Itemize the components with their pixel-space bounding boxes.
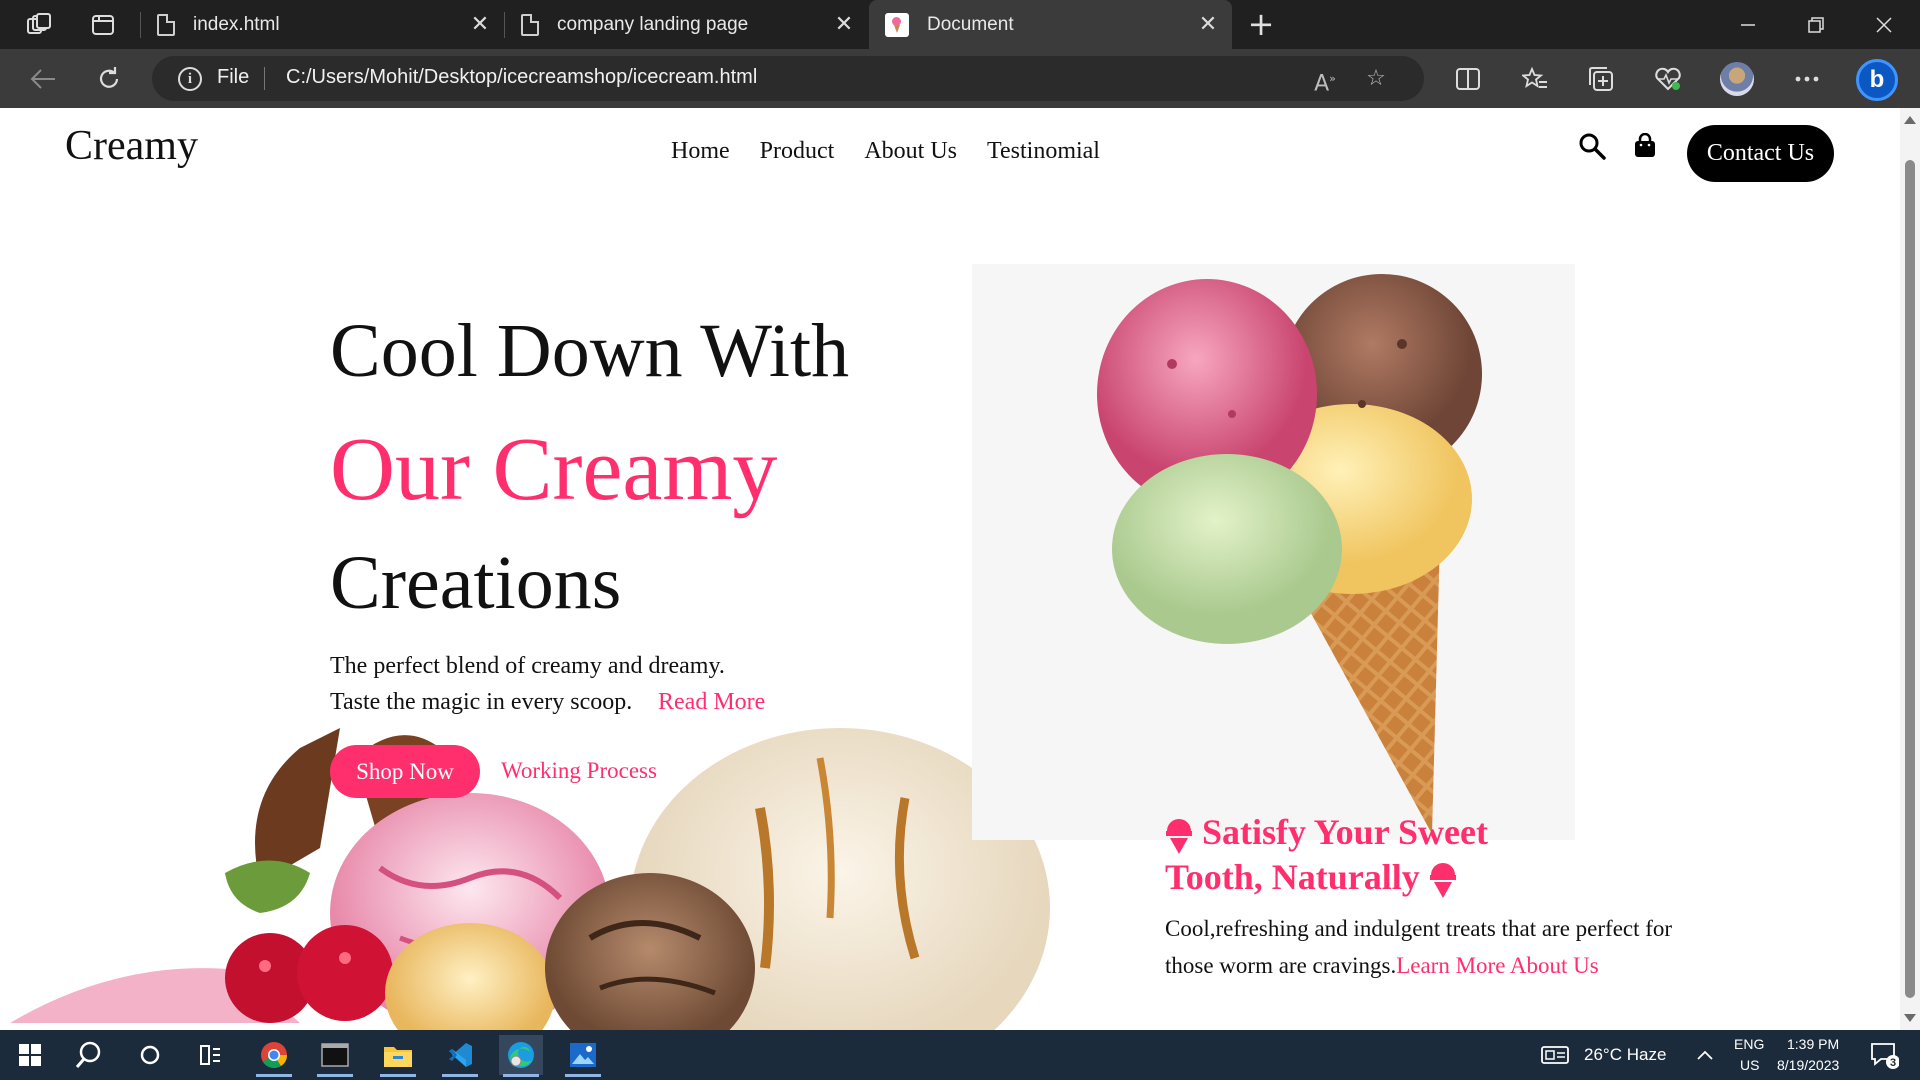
favorites-icon[interactable] bbox=[1518, 62, 1552, 96]
file-explorer-icon[interactable] bbox=[376, 1035, 420, 1077]
chrome-icon[interactable] bbox=[252, 1035, 296, 1077]
ice-cream-favicon-icon bbox=[885, 12, 909, 37]
tab-company-landing-page[interactable]: company landing page ✕ bbox=[505, 0, 868, 49]
photos-icon[interactable] bbox=[561, 1035, 605, 1077]
tab-title: company landing page bbox=[557, 13, 749, 35]
weather-text[interactable]: 26°C Haze bbox=[1584, 1045, 1666, 1065]
hero-heading-line3: Creations bbox=[330, 541, 622, 625]
contact-us-button[interactable]: Contact Us bbox=[1687, 125, 1834, 182]
cortana-icon[interactable] bbox=[128, 1035, 172, 1075]
favorite-star-icon[interactable]: ☆ bbox=[1361, 64, 1391, 94]
feature-heading: Satisfy Your Sweet Tooth, Naturally bbox=[1165, 810, 1605, 899]
site-logo[interactable]: Creamy bbox=[65, 122, 198, 170]
new-tab-icon[interactable]: + bbox=[1244, 8, 1278, 42]
feature-paragraph: Cool,refreshing and indulgent treats tha… bbox=[1165, 910, 1725, 984]
search-icon[interactable] bbox=[66, 1035, 110, 1075]
search-icon[interactable] bbox=[1572, 126, 1612, 166]
scroll-down-arrow-icon[interactable] bbox=[1904, 1014, 1916, 1022]
url-text[interactable]: C:/Users/Mohit/Desktop/icecreamshop/icec… bbox=[286, 66, 757, 89]
nav-item-home[interactable]: Home bbox=[671, 138, 730, 165]
windows-taskbar: 26°C Haze ENG US 1:39 PM 8/19/2023 3 bbox=[0, 1030, 1920, 1080]
tab-document[interactable]: Document ✕ bbox=[869, 0, 1232, 49]
scrollbar-thumb[interactable] bbox=[1905, 160, 1915, 998]
browser-tab-bar: index.html ✕ company landing page ✕ Docu… bbox=[0, 0, 1920, 49]
ice-cream-cone-image bbox=[972, 264, 1575, 840]
collections-icon[interactable] bbox=[1584, 62, 1618, 96]
hero-heading-line1: Cool Down With bbox=[330, 309, 850, 393]
task-view-icon[interactable] bbox=[188, 1035, 232, 1075]
read-more-link[interactable]: Read More bbox=[658, 689, 765, 716]
shop-now-button[interactable]: Shop Now bbox=[330, 745, 480, 798]
weather-icon[interactable] bbox=[1538, 1035, 1572, 1075]
workspaces-icon[interactable] bbox=[24, 10, 54, 40]
terminal-icon[interactable] bbox=[313, 1035, 357, 1077]
site-info-icon[interactable]: i bbox=[178, 67, 202, 91]
hero-heading-line2: Our Creamy bbox=[330, 420, 778, 519]
feature-heading-part1: Satisfy Your Sweet bbox=[1202, 812, 1488, 852]
edge-icon[interactable] bbox=[499, 1035, 543, 1077]
notifications-icon[interactable]: 3 bbox=[1862, 1035, 1906, 1075]
close-tab-icon[interactable]: ✕ bbox=[468, 12, 492, 36]
shopping-bag-icon[interactable] bbox=[1625, 126, 1665, 166]
language-bottom[interactable]: US bbox=[1740, 1057, 1759, 1073]
clock-time[interactable]: 1:39 PM bbox=[1787, 1036, 1839, 1052]
browser-essentials-icon[interactable] bbox=[1651, 62, 1685, 96]
notification-count: 3 bbox=[1890, 1057, 1897, 1069]
document-icon bbox=[157, 13, 175, 36]
back-icon[interactable] bbox=[26, 62, 60, 96]
more-options-icon[interactable] bbox=[1790, 62, 1824, 96]
clock-date[interactable]: 8/19/2023 bbox=[1777, 1057, 1839, 1073]
tab-index-html[interactable]: index.html ✕ bbox=[141, 0, 504, 49]
close-window-icon[interactable] bbox=[1850, 0, 1918, 49]
nav-item-about-us[interactable]: About Us bbox=[864, 138, 957, 165]
minimize-icon[interactable] bbox=[1714, 0, 1782, 49]
browser-toolbar: i File C:/Users/Mohit/Desktop/icecreamsh… bbox=[0, 49, 1920, 108]
windows-start-icon[interactable] bbox=[8, 1035, 52, 1075]
learn-more-about-us-link[interactable]: Learn More About Us bbox=[1396, 953, 1599, 978]
page-viewport: Creamy Home Product About Us Testinomial… bbox=[0, 108, 1900, 1030]
ice-cream-scoops-illustration bbox=[10, 728, 1050, 1030]
bing-copilot-icon[interactable]: b bbox=[1854, 57, 1900, 103]
show-hidden-icons-chevron-icon[interactable] bbox=[1688, 1035, 1722, 1075]
nav-item-testimonial[interactable]: Testinomial bbox=[987, 138, 1100, 165]
tab-actions-icon[interactable] bbox=[88, 10, 118, 40]
feature-heading-part2: Tooth, Naturally bbox=[1165, 856, 1420, 897]
address-bar[interactable]: i File C:/Users/Mohit/Desktop/icecreamsh… bbox=[152, 56, 1424, 101]
main-nav: Home Product About Us Testinomial bbox=[671, 138, 1100, 165]
document-icon bbox=[521, 13, 539, 36]
restore-icon[interactable] bbox=[1782, 0, 1850, 49]
close-tab-icon[interactable]: ✕ bbox=[832, 12, 856, 36]
working-process-link[interactable]: Working Process bbox=[501, 758, 657, 784]
read-aloud-icon[interactable]: A» bbox=[1310, 64, 1340, 96]
hero-paragraph-line1: The perfect blend of creamy and dreamy. bbox=[330, 653, 725, 679]
scheme-label: File bbox=[217, 66, 250, 88]
ice-cream-icon bbox=[1166, 818, 1192, 854]
page-scrollbar[interactable] bbox=[1900, 108, 1920, 1030]
tab-title: index.html bbox=[193, 13, 280, 35]
split-screen-icon[interactable] bbox=[1451, 62, 1485, 96]
close-tab-icon[interactable]: ✕ bbox=[1196, 12, 1220, 36]
tab-title: Document bbox=[927, 13, 1014, 35]
language-top[interactable]: ENG bbox=[1734, 1036, 1764, 1052]
hero-paragraph-line2: Taste the magic in every scoop. bbox=[330, 689, 633, 715]
profile-avatar[interactable] bbox=[1720, 62, 1754, 96]
nav-item-product[interactable]: Product bbox=[760, 138, 835, 165]
refresh-icon[interactable] bbox=[92, 62, 126, 96]
ice-cream-icon bbox=[1429, 863, 1456, 899]
vscode-icon[interactable] bbox=[438, 1035, 482, 1077]
scroll-up-arrow-icon[interactable] bbox=[1904, 116, 1916, 124]
